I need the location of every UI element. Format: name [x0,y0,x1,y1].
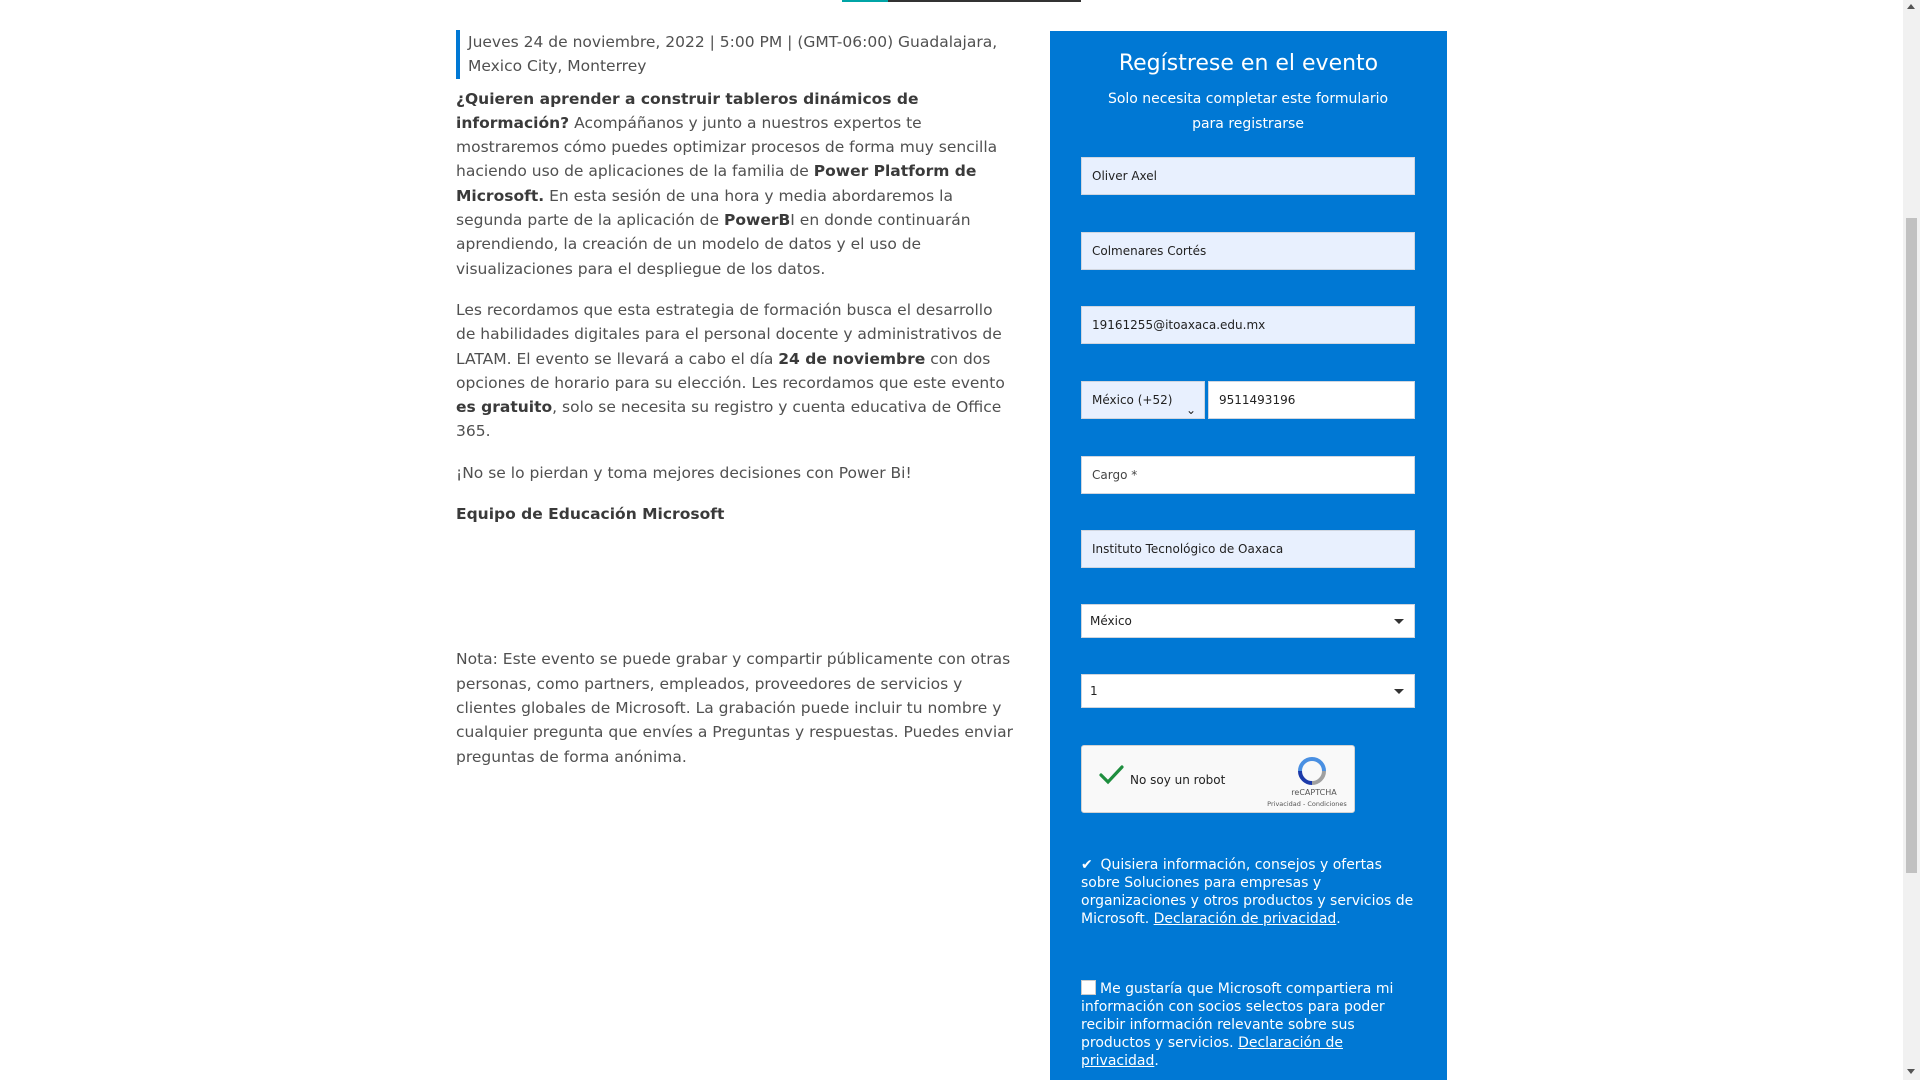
checkbox-checked-icon[interactable]: ✔ [1081,856,1096,874]
phone-field[interactable]: 9511493196 [1208,381,1415,419]
event-description: Jueves 24 de noviembre, 2022 | 5:00 PM |… [456,30,1016,786]
active-tab-indicator [842,0,888,2]
recaptcha-brand: reCAPTCHA [1291,788,1337,797]
scroll-down-arrow-icon[interactable] [1907,1069,1915,1074]
consent-partners[interactable]: Me gustaría que Microsoft compartiera mi… [1081,980,1421,1070]
caret-down-icon [1394,689,1404,694]
description-paragraph-1: ¿Quieren aprender a construir tableros d… [456,87,1016,281]
privacy-link[interactable]: Declaración de privacidad [1154,911,1337,927]
description-paragraph-3: ¡No se lo pierdan y toma mejores decisio… [456,463,912,482]
country-select[interactable]: México [1081,604,1415,638]
country-value: México [1090,614,1132,628]
page-scrollbar[interactable] [1903,0,1920,1080]
bold-span: es gratuito [456,398,553,417]
recaptcha-label: No soy un robot [1130,773,1226,787]
organization-field[interactable]: Instituto Tecnológico de Oaxaca [1081,530,1415,568]
org-size-select[interactable]: 1 [1081,674,1415,708]
description-paragraph-2: Les recordamos que esta estrategia de fo… [456,298,1016,444]
recording-note: Nota: Este evento se puede grabar y comp… [456,650,1014,766]
scroll-up-arrow-icon[interactable] [1907,4,1915,9]
chevron-down-icon: ⌄ [1185,403,1196,417]
form-title: Regístrese en el evento [1118,51,1379,76]
scrollbar-thumb[interactable] [1906,218,1917,873]
consent-marketing[interactable]: ✔ Quisiera información, consejos y ofert… [1081,856,1421,928]
first-name-field[interactable]: Oliver Axel [1081,157,1415,195]
event-date: Jueves 24 de noviembre, 2022 | 5:00 PM |… [456,30,1016,79]
country-code-value: México (+52) [1092,393,1173,407]
recaptcha-logo-icon [1298,757,1326,785]
tab-underline [888,0,1081,2]
form-subtitle: Solo necesita completar este formulario … [1107,91,1389,132]
job-title-field[interactable]: Cargo * [1081,456,1415,494]
recaptcha-widget[interactable]: No soy un robot reCAPTCHA Privacidad - C… [1081,745,1355,813]
signature-text: Equipo de Educación Microsoft [456,505,725,524]
bold-span: 24 de noviembre [778,349,926,368]
last-name-field[interactable]: Colmenares Cortés [1081,232,1415,270]
email-field[interactable]: 19161255@itoaxaca.edu.mx [1081,306,1415,344]
caret-down-icon [1394,619,1404,624]
country-code-select[interactable]: México (+52) ⌄ [1081,381,1205,419]
checkbox-unchecked-icon[interactable] [1081,980,1096,995]
recaptcha-terms[interactable]: Privacidad - Condiciones [1262,800,1352,808]
org-size-value: 1 [1090,684,1098,698]
signature: Equipo de Educación Microsoft [456,502,1016,526]
checkmark-icon [1099,765,1124,785]
registration-panel: Regístrese en el evento Solo necesita co… [1050,31,1447,1080]
bold-span: PowerB [723,211,791,230]
